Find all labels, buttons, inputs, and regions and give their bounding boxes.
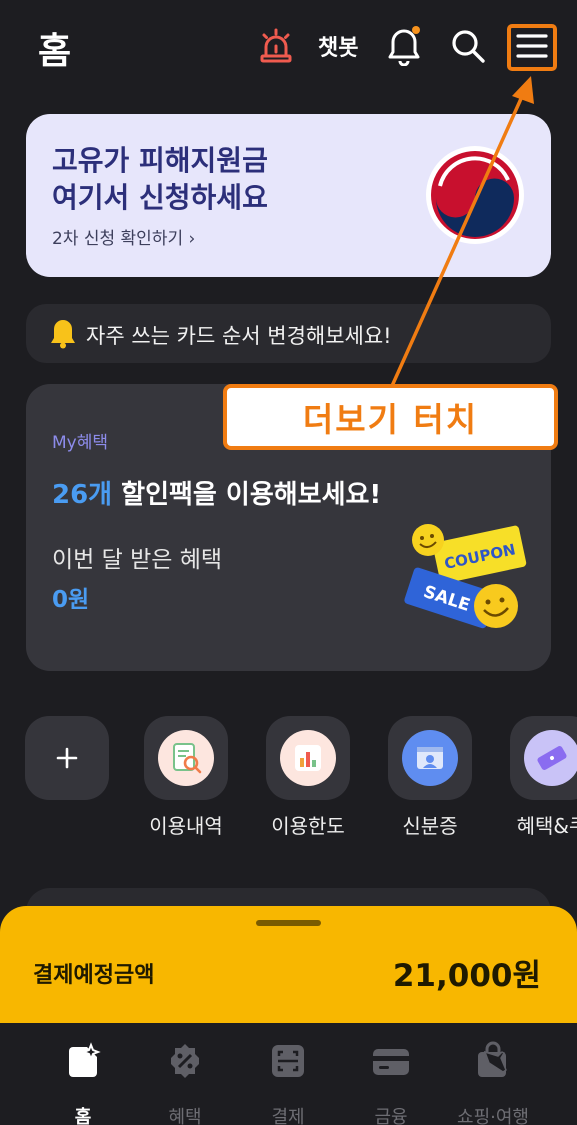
tab-label: 혜택: [168, 1107, 202, 1125]
app-header: 홈 챗봇: [0, 0, 577, 95]
shortcut-label: 신분증: [402, 814, 458, 838]
add-shortcut-button[interactable]: [25, 716, 109, 800]
scan-pay-icon: [268, 1041, 308, 1081]
shortcut-benefits-coupons[interactable]: 혜택&쿠: [492, 716, 577, 846]
page-title: 홈: [38, 31, 72, 72]
shopping-travel-icon: [473, 1041, 513, 1081]
notice-text: 자주 쓰는 카드 순서 변경해보세요!: [86, 324, 392, 348]
banner-title: 고유가 피해지원금 여기서 신청하세요: [52, 144, 268, 214]
discount-badge-icon: [165, 1041, 205, 1081]
tab-finance[interactable]: 금융: [341, 1041, 441, 1125]
shortcut-row: 이용내역 이용한도 신분증 혜택&: [0, 716, 577, 846]
tab-label: 결제: [271, 1107, 305, 1125]
tab-label: 쇼핑·여행: [457, 1107, 529, 1125]
id-card-icon: [402, 730, 458, 786]
headline-rest: 할인팩을 이용해보세요!: [112, 480, 382, 510]
bar-chart-icon: [280, 730, 336, 786]
monthly-benefit-amount: 0원: [52, 587, 90, 613]
shortcut-id-card[interactable]: 신분증: [370, 716, 490, 846]
wallet-icon: [371, 1041, 411, 1081]
notification-dot: [412, 26, 420, 34]
siren-icon[interactable]: [252, 22, 300, 70]
callout-box: 더보기 터치: [223, 384, 558, 450]
tab-benefits[interactable]: 혜택: [135, 1041, 235, 1125]
tab-shopping-travel[interactable]: 쇼핑·여행: [443, 1041, 543, 1125]
plus-icon: [56, 747, 78, 769]
shortcut-label: 이용한도: [271, 814, 345, 838]
tab-label: 홈: [74, 1107, 92, 1125]
shortcut-tile: [144, 716, 228, 800]
payment-summary-sheet[interactable]: 결제예정금액 21,000원: [0, 906, 577, 1036]
bottom-tab-bar: 홈 혜택 결제 금융 쇼핑·여행: [0, 1023, 577, 1125]
shortcut-tile: [388, 716, 472, 800]
shortcut-usage-limit[interactable]: 이용한도: [248, 716, 368, 846]
shortcut-label: 이용내역: [149, 814, 223, 838]
promo-banner[interactable]: 고유가 피해지원금 여기서 신청하세요 2차 신청 확인하기 ›: [26, 114, 551, 277]
bell-icon: [48, 317, 78, 349]
tab-home[interactable]: 홈: [33, 1041, 133, 1125]
my-benefit-headline: 26개 할인팩을 이용해보세요!: [52, 474, 381, 511]
coupon-illustration: COUPON SALE: [398, 522, 528, 634]
shortcut-usage-history[interactable]: 이용내역: [126, 716, 246, 846]
tab-payment[interactable]: 결제: [238, 1041, 338, 1125]
shortcut-tile: [266, 716, 350, 800]
shortcut-tile: [510, 716, 577, 800]
chatbot-button[interactable]: 챗봇: [318, 30, 358, 62]
menu-highlight-box: [507, 24, 557, 71]
notice-bar[interactable]: 자주 쓰는 카드 순서 변경해보세요!: [26, 304, 551, 363]
search-icon[interactable]: [444, 22, 492, 70]
home-icon: [63, 1041, 103, 1081]
korea-government-emblem-icon: [426, 146, 524, 244]
discount-pack-count: 26개: [52, 480, 113, 510]
bell-icon[interactable]: [380, 22, 428, 70]
receipt-search-icon: [158, 730, 214, 786]
monthly-benefit-label: 이번 달 받은 혜택: [52, 547, 223, 573]
banner-link[interactable]: 2차 신청 확인하기 ›: [52, 224, 195, 249]
coupon-ticket-icon: [524, 730, 577, 786]
callout-text: 더보기 터치: [302, 400, 479, 439]
payment-amount: 21,000원: [392, 958, 541, 994]
shortcut-label: 혜택&쿠: [516, 814, 577, 838]
payment-label: 결제예정금액: [33, 963, 155, 988]
sheet-handle[interactable]: [256, 920, 321, 926]
my-benefit-label: My혜택: [52, 433, 109, 453]
tab-label: 금융: [374, 1107, 408, 1125]
